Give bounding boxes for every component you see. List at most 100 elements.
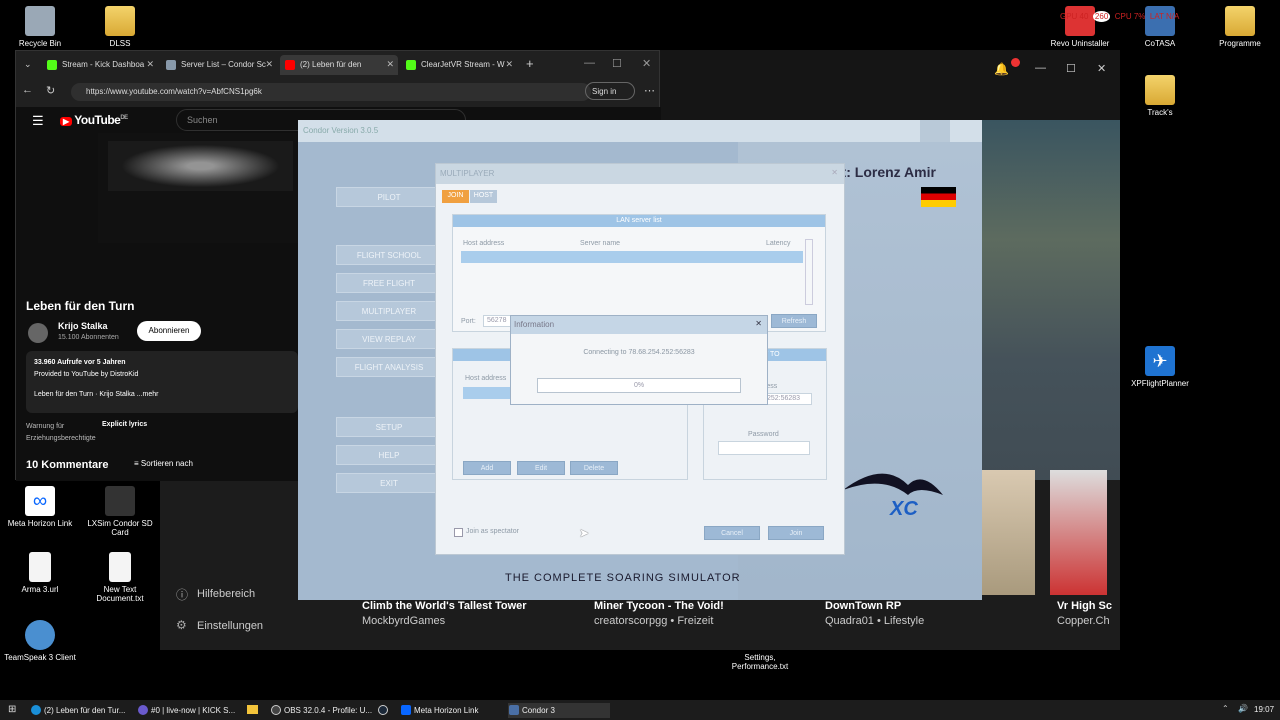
arma-url-icon[interactable]: Arma 3.url	[0, 552, 80, 594]
maximize-icon[interactable]: ☐	[1066, 62, 1076, 75]
recommendation-thumbnail[interactable]	[980, 470, 1035, 595]
sort-button[interactable]: ≡ Sortieren nach	[134, 459, 193, 468]
condor-minimize-icon[interactable]	[920, 120, 950, 142]
column-latency[interactable]: Latency	[766, 240, 791, 247]
back-icon[interactable]: ←	[22, 84, 33, 96]
join-button[interactable]: Join	[768, 526, 824, 540]
delete-button[interactable]: Delete	[570, 461, 618, 475]
column-server-name[interactable]: Server name	[580, 240, 620, 247]
reload-icon[interactable]: ↻	[46, 84, 55, 97]
condor-titlebar: Condor Version 3.0.5	[298, 120, 982, 142]
tab-join[interactable]: JOIN	[442, 190, 469, 203]
bell-icon[interactable]: 🔔	[994, 62, 1009, 76]
taskbar-item-kick[interactable]: #0 | live-now | KICK S...	[137, 703, 237, 718]
taskbar-item-meta-horizon[interactable]: Meta Horizon Link	[400, 703, 500, 718]
text-document-icon[interactable]: New Text Document.txt	[80, 552, 160, 603]
recommendation-thumbnail[interactable]	[1050, 470, 1107, 595]
lan-list-scrollbar[interactable]	[805, 239, 813, 305]
dlss-folder-icon[interactable]: DLSS	[80, 6, 160, 48]
multiplayer-titlebar: MULTIPLAYER ✕	[436, 164, 844, 184]
provided-text: Provided to YouTube by DistroKid	[34, 371, 139, 378]
menu-help[interactable]: HELP	[336, 445, 442, 465]
recommendation-card[interactable]: Vr High Sc Copper.Ch	[1057, 600, 1117, 627]
tab-kick-dashboard[interactable]: Stream - Kick Dashboa ✕	[42, 55, 158, 75]
xpflightplanner-icon[interactable]: ✈ XPFlightPlanner	[1120, 346, 1200, 388]
recommendation-card[interactable]: Climb the World's Tallest Tower Mockbyrd…	[362, 600, 527, 627]
manual-host-address: Host address	[465, 375, 507, 382]
recommendation-sub: Copper.Ch	[1057, 615, 1110, 627]
new-tab-icon[interactable]: +	[526, 56, 534, 71]
file-explorer-icon[interactable]	[247, 705, 258, 714]
menu-pilot[interactable]: PILOT	[336, 187, 442, 207]
meta-horizon-link-icon[interactable]: ∞ Meta Horizon Link	[0, 486, 80, 528]
tab-clearjetvr[interactable]: ClearJetVR Stream - W ✕	[401, 55, 517, 75]
cancel-button[interactable]: Cancel	[704, 526, 760, 540]
menu-view-replay[interactable]: VIEW REPLAY	[336, 329, 442, 349]
programme-folder-icon[interactable]: Programme	[1200, 6, 1280, 48]
tab-host[interactable]: HOST	[470, 190, 497, 203]
recommendation-card[interactable]: DownTown RP Quadra01 • Lifestyle	[825, 600, 924, 627]
tracks-folder-icon[interactable]: Track's	[1120, 75, 1200, 117]
refresh-button[interactable]: Refresh	[771, 314, 817, 328]
menu-exit[interactable]: EXIT	[336, 473, 442, 493]
logo-xc: XC	[890, 498, 918, 520]
multiplayer-close-icon[interactable]: ✕	[831, 168, 838, 177]
lxsim-condor-icon[interactable]: LXSim Condor SD Card	[80, 486, 160, 537]
menu-free-flight[interactable]: FREE FLIGHT	[336, 273, 442, 293]
tab-server-list[interactable]: Server List – Condor Sc ✕	[161, 55, 277, 75]
tray-chevron-icon[interactable]: ⌃	[1222, 704, 1229, 713]
recycle-bin-icon[interactable]: Recycle Bin	[0, 6, 80, 48]
recommendation-sub: Quadra01 • Lifestyle	[825, 615, 925, 627]
menu-flight-school[interactable]: FLIGHT SCHOOL	[336, 245, 442, 265]
add-button[interactable]: Add	[463, 461, 511, 475]
edit-button[interactable]: Edit	[517, 461, 565, 475]
info-close-icon[interactable]: ✕	[755, 319, 762, 328]
teamspeak-icon[interactable]: TeamSpeak 3 Client	[0, 620, 80, 662]
youtube-logo[interactable]: ▶ YouTubeDE	[60, 113, 128, 127]
tab-label: Server List – Condor Sc	[181, 60, 266, 69]
browser-minimize-icon[interactable]: —	[584, 57, 595, 69]
channel-name[interactable]: Krijo Stalka	[58, 321, 108, 331]
description-box[interactable]: 33.960 Aufrufe vor 5 Jahren Provided to …	[26, 351, 298, 413]
recommendation-card[interactable]: Miner Tycoon - The Void! creatorscorpgg …	[594, 600, 724, 627]
steam-icon[interactable]	[378, 705, 388, 715]
subscribe-button[interactable]: Abonnieren	[137, 321, 201, 341]
close-tab-icon[interactable]: ✕	[386, 59, 394, 70]
port-value: 56278	[487, 317, 507, 324]
spectator-checkbox[interactable]	[454, 528, 463, 537]
taskbar-item-youtube[interactable]: (2) Leben für den Tur...	[30, 703, 130, 718]
signin-button[interactable]: Sign in	[585, 82, 635, 100]
settings-link[interactable]: Einstellungen	[197, 620, 263, 632]
hamburger-menu-icon[interactable]: ☰	[32, 113, 44, 129]
address-input[interactable]: :252:56283	[762, 393, 812, 405]
menu-multiplayer[interactable]: MULTIPLAYER	[336, 301, 442, 321]
taskbar-item-condor[interactable]: Condor 3	[508, 703, 610, 718]
start-icon[interactable]: ⊞	[8, 704, 16, 715]
speaker-icon[interactable]: 🔊	[1238, 704, 1248, 713]
browser-menu-icon[interactable]: ⋯	[644, 84, 655, 97]
browser-maximize-icon[interactable]: ☐	[612, 57, 622, 70]
taskbar-item-obs[interactable]: OBS 32.0.4 - Profile: U...	[270, 703, 372, 718]
close-tab-icon[interactable]: ✕	[265, 59, 273, 70]
password-input[interactable]	[718, 441, 810, 455]
tab-list-chevron-icon[interactable]: ⌄	[24, 59, 32, 70]
settings-icon[interactable]: ⚙	[176, 618, 187, 632]
lan-selected-row[interactable]	[461, 251, 803, 263]
discord-icon	[138, 705, 148, 715]
clock[interactable]: 19:07	[1254, 705, 1274, 714]
close-tab-icon[interactable]: ✕	[146, 59, 154, 70]
help-link[interactable]: Hilfebereich	[197, 588, 255, 600]
minimize-icon[interactable]: —	[1035, 62, 1046, 74]
menu-setup[interactable]: SETUP	[336, 417, 442, 437]
tab-label: ClearJetVR Stream - W	[421, 60, 505, 69]
video-thumbnail[interactable]	[98, 133, 298, 243]
column-host-address[interactable]: Host address	[463, 240, 504, 247]
channel-avatar[interactable]	[28, 323, 48, 343]
tab-youtube[interactable]: (2) Leben für den ✕	[280, 55, 398, 75]
close-icon[interactable]: ✕	[1097, 62, 1106, 75]
menu-flight-analysis[interactable]: FLIGHT ANALYSIS	[336, 357, 442, 377]
close-tab-icon[interactable]: ✕	[505, 59, 513, 70]
help-icon[interactable]: ⓘ	[176, 586, 188, 603]
address-bar[interactable]: https://www.youtube.com/watch?v=AbfCNS1p…	[71, 83, 591, 101]
browser-close-icon[interactable]: ✕	[642, 57, 651, 70]
